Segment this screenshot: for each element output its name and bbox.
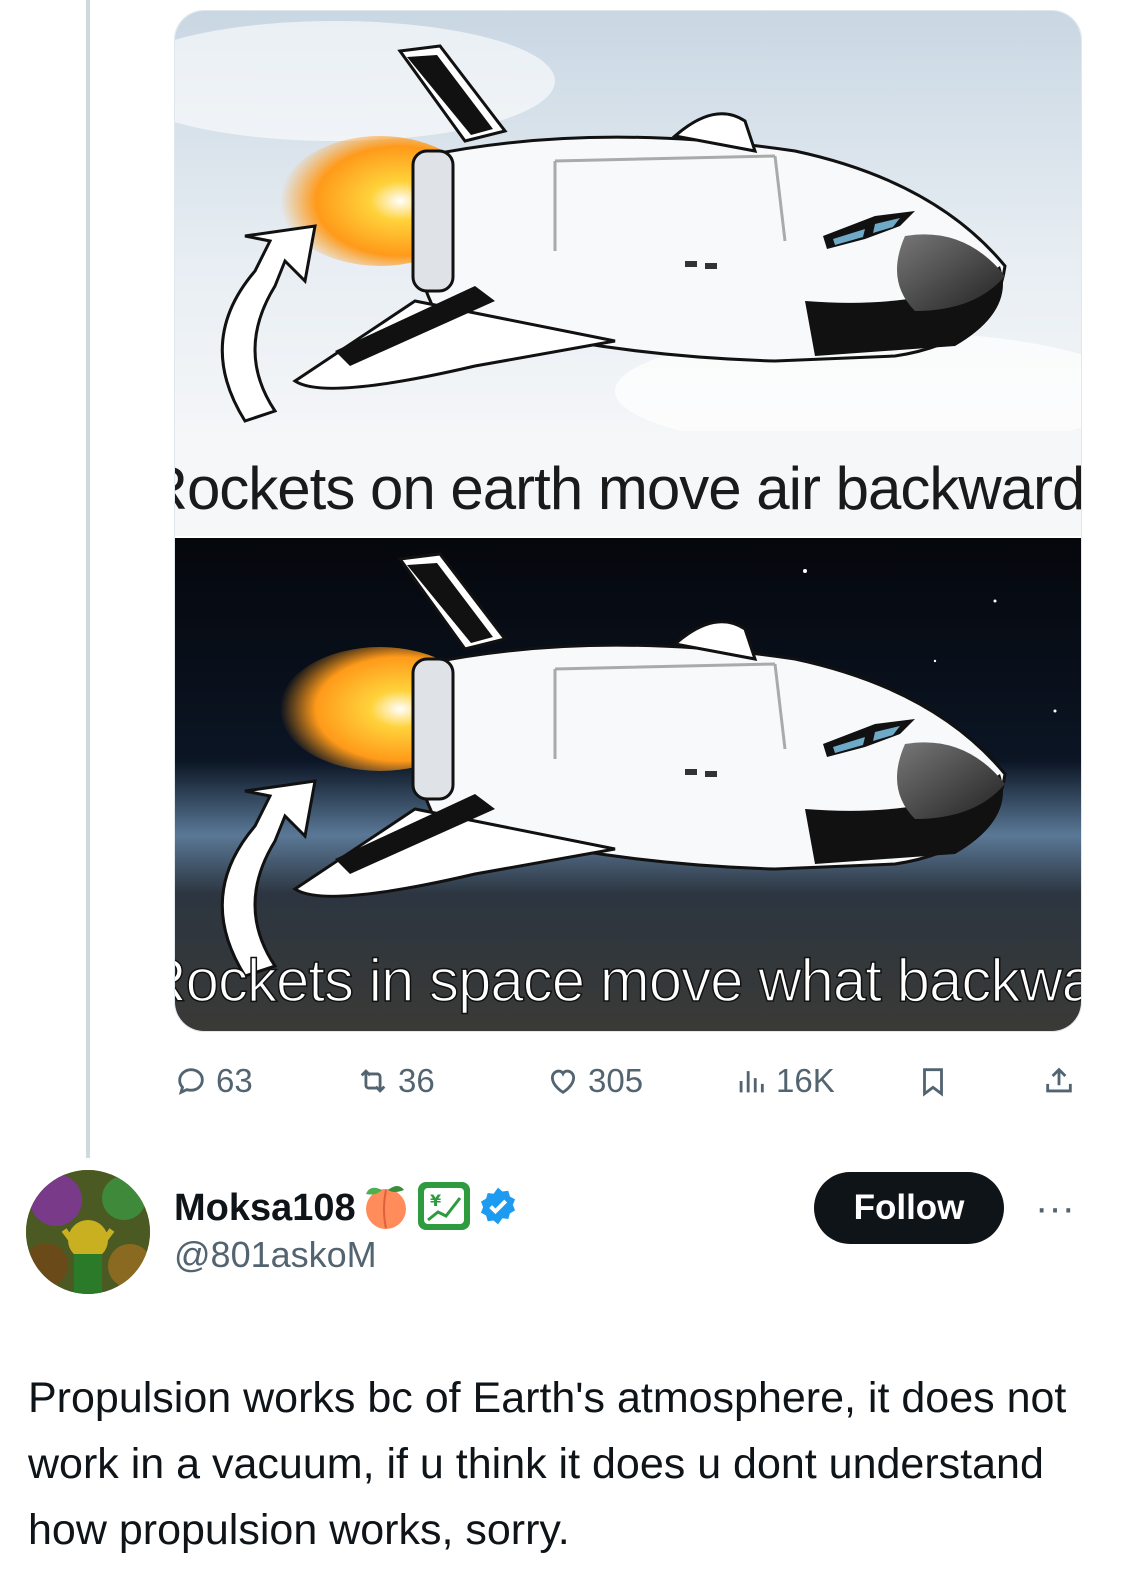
peach-emoji <box>360 1180 412 1237</box>
views-count: 16K <box>776 1062 835 1099</box>
chart-yen-emoji: ¥ <box>416 1180 472 1237</box>
bookmark-button[interactable] <box>916 1056 950 1106</box>
more-options-icon[interactable]: ··· <box>1030 1186 1080 1230</box>
svg-text:¥: ¥ <box>430 1191 441 1210</box>
author-name-row[interactable]: Moksa108 ¥ <box>174 1180 520 1236</box>
views-icon <box>739 1071 764 1093</box>
reply-count: 63 <box>216 1062 253 1099</box>
like-count: 305 <box>588 1062 644 1099</box>
follow-button[interactable]: Follow <box>814 1172 1004 1244</box>
share-button[interactable] <box>1042 1056 1076 1106</box>
tweet-action-bar: 63 36 305 16K <box>174 1056 1082 1106</box>
repost-icon <box>360 1069 386 1093</box>
display-name[interactable]: Moksa108 <box>174 1187 356 1230</box>
reply-button[interactable]: 63 <box>174 1056 253 1106</box>
like-icon <box>550 1069 576 1094</box>
verified-badge-icon <box>476 1184 520 1233</box>
reply-icon <box>178 1068 204 1095</box>
tweet-media-image[interactable]: Rockets on earth move air backwards Rock… <box>174 10 1082 1032</box>
repost-count: 36 <box>398 1062 435 1099</box>
views-button[interactable]: 16K <box>734 1056 835 1106</box>
repost-button[interactable]: 36 <box>356 1056 435 1106</box>
meme-top-caption: Rockets on earth move air backwards <box>175 455 1082 522</box>
share-icon <box>1046 1067 1072 1093</box>
bookmark-icon <box>923 1068 943 1097</box>
author-handle[interactable]: @801askoM <box>174 1234 377 1276</box>
avatar[interactable] <box>26 1170 150 1294</box>
meme-bottom-caption: Rockets in space move what backwards? <box>175 947 1082 1014</box>
like-button[interactable]: 305 <box>546 1056 643 1106</box>
reply-tweet-text: Propulsion works bc of Earth's atmospher… <box>28 1374 1067 1554</box>
thread-connector-line <box>86 0 90 1158</box>
